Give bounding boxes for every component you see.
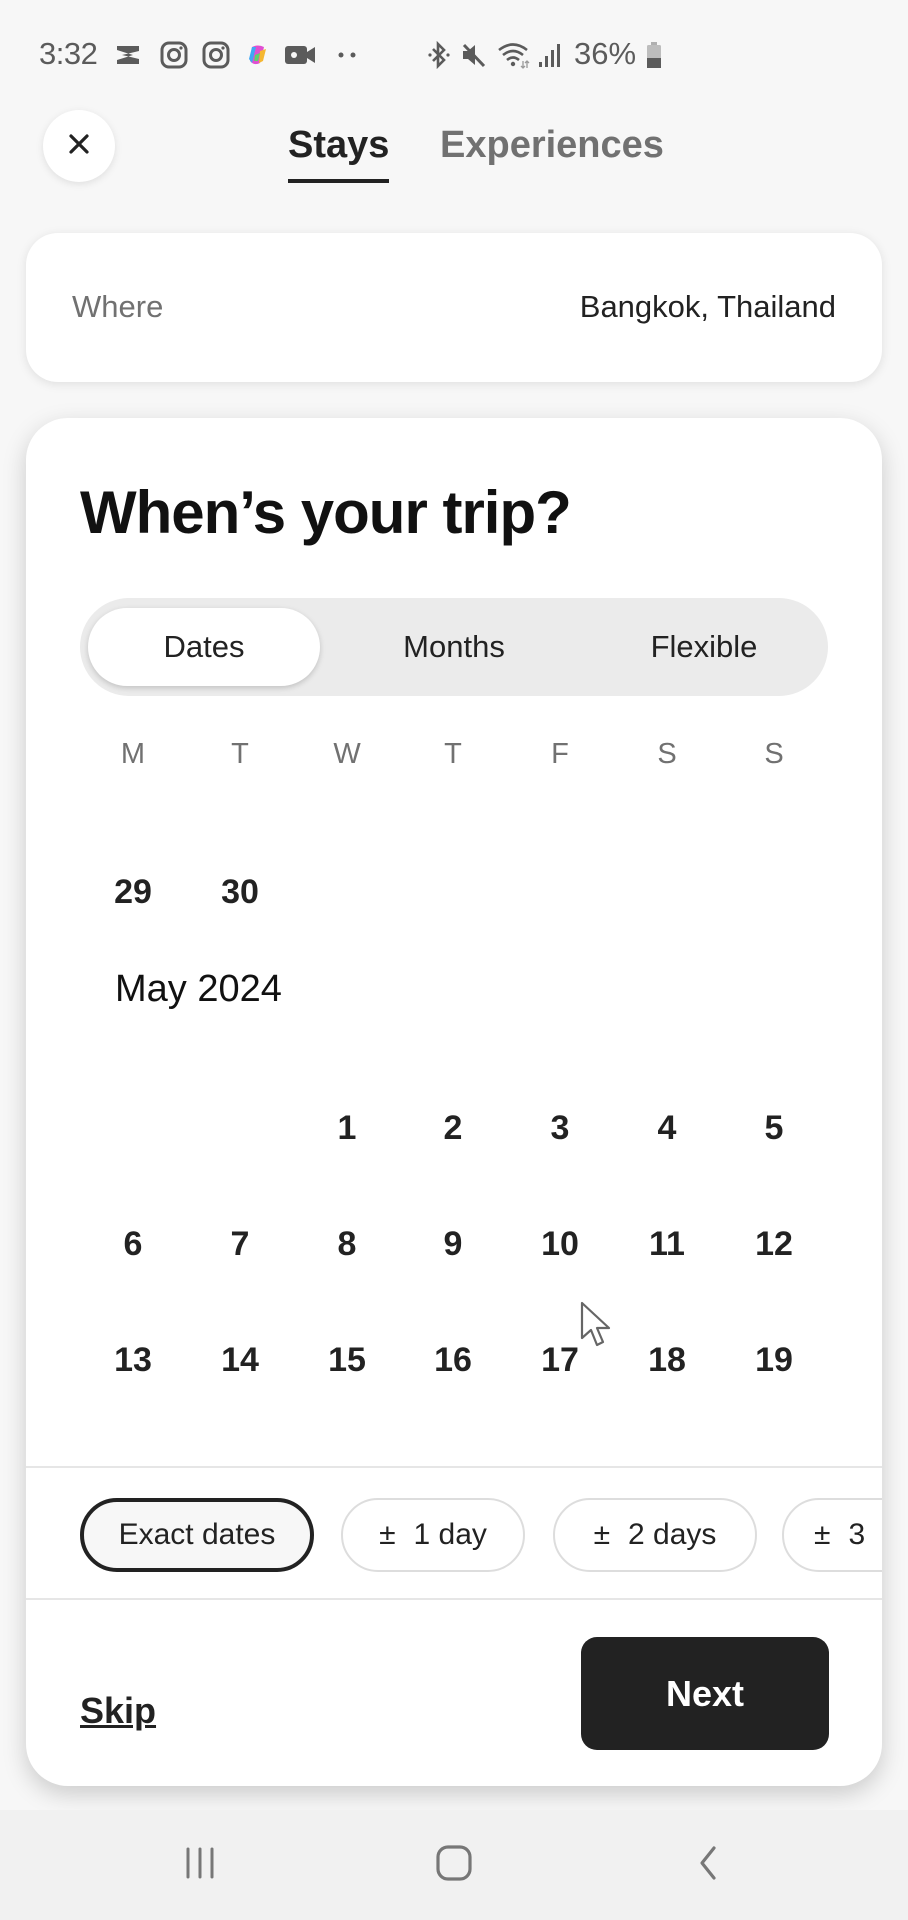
mute-icon: [458, 40, 488, 70]
home-button[interactable]: [424, 1840, 484, 1890]
calendar-day[interactable]: 4: [627, 1098, 707, 1158]
calendar-day[interactable]: 11: [627, 1214, 707, 1274]
weekday-label: T: [231, 738, 249, 770]
calendar-day[interactable]: 24: [307, 788, 387, 806]
flex-options: Exact dates ±1 day ±2 days ±3: [26, 1468, 882, 1600]
next-button[interactable]: Next: [581, 1637, 829, 1750]
date-mode-selector: Dates Months Flexible: [80, 598, 828, 696]
home-icon: [435, 1844, 473, 1887]
calendar-day[interactable]: 1: [307, 1098, 387, 1158]
weekday-label: F: [551, 738, 569, 770]
wifi-icon: [496, 40, 532, 70]
capcut-icon: [112, 40, 144, 70]
plus-minus-icon: ±: [814, 1518, 831, 1551]
calendar-day[interactable]: 6: [93, 1214, 173, 1274]
weekday-label: M: [120, 738, 146, 770]
date-picker-card: When’s your trip? Dates Months Flexible …: [26, 418, 882, 1786]
flex-option-chip[interactable]: ±3: [782, 1498, 882, 1572]
calendar-day[interactable]: 22: [93, 788, 173, 806]
flex-option-chip[interactable]: ±1 day: [341, 1498, 525, 1572]
more-dots-icon: [336, 40, 360, 70]
copilot-icon: [244, 40, 272, 70]
bluetooth-icon: [425, 40, 453, 70]
flex-option-chip[interactable]: Exact dates: [80, 1498, 314, 1572]
calendar-day[interactable]: 16: [413, 1330, 493, 1390]
mode-flexible[interactable]: Flexible: [588, 608, 820, 686]
calendar-scroll-area[interactable]: May 2024 2223242526272829301234567891011…: [26, 788, 882, 1468]
calendar-day[interactable]: 12: [734, 1214, 814, 1274]
status-bar: 3:32 36%: [0, 0, 908, 112]
where-label: Where: [72, 289, 164, 324]
system-nav-bar: [0, 1810, 908, 1920]
calendar-day[interactable]: 29: [93, 862, 173, 922]
top-tabs: Stays Experiences: [0, 124, 908, 184]
calendar-day[interactable]: 2: [413, 1098, 493, 1158]
calendar-day[interactable]: 18: [627, 1330, 707, 1390]
flex-option-label: Exact dates: [118, 1518, 276, 1551]
status-time: 3:32: [39, 36, 98, 71]
flex-option-label: 3: [848, 1518, 866, 1551]
instagram-icon: [158, 40, 190, 70]
back-icon: [696, 1845, 720, 1886]
calendar-day[interactable]: 17: [520, 1330, 600, 1390]
signal-icon: [536, 40, 564, 70]
mode-months[interactable]: Months: [338, 608, 570, 686]
back-button[interactable]: [678, 1840, 738, 1890]
recent-apps-icon: [182, 1846, 218, 1885]
weekday-label: S: [764, 738, 784, 770]
battery-icon: [644, 40, 664, 70]
weekday-label: S: [657, 738, 677, 770]
calendar-day[interactable]: 14: [200, 1330, 280, 1390]
calendar-day[interactable]: 15: [307, 1330, 387, 1390]
where-card[interactable]: Where Bangkok, Thailand: [26, 233, 882, 382]
where-value: Bangkok, Thailand: [579, 289, 836, 324]
month-title: May 2024: [115, 968, 282, 1010]
instagram-icon: [200, 40, 232, 70]
calendar-day[interactable]: 7: [200, 1214, 280, 1274]
weekday-header: M T W T F S S: [26, 738, 882, 788]
video-call-icon: [282, 40, 318, 70]
weekday-label: T: [444, 738, 462, 770]
calendar-day[interactable]: 9: [413, 1214, 493, 1274]
plus-minus-icon: ±: [379, 1518, 396, 1551]
flex-option-chip[interactable]: ±2 days: [553, 1498, 757, 1572]
calendar-day[interactable]: 23: [200, 788, 280, 806]
flex-option-label: 1 day: [413, 1518, 487, 1551]
tab-stays[interactable]: Stays: [288, 124, 390, 183]
calendar-day[interactable]: 27: [627, 788, 707, 806]
weekday-label: W: [333, 738, 361, 770]
calendar-day[interactable]: 10: [520, 1214, 600, 1274]
page-title: When’s your trip?: [80, 479, 572, 546]
flex-option-label: 2 days: [628, 1518, 717, 1551]
recent-apps-button[interactable]: [170, 1840, 230, 1890]
mode-dates[interactable]: Dates: [88, 608, 320, 686]
battery-percent: 36%: [574, 36, 637, 71]
calendar-day[interactable]: 25: [413, 788, 493, 806]
calendar-day[interactable]: 30: [200, 862, 280, 922]
tab-experiences[interactable]: Experiences: [440, 124, 664, 179]
calendar-day[interactable]: 3: [520, 1098, 600, 1158]
calendar-day[interactable]: 8: [307, 1214, 387, 1274]
calendar-day[interactable]: 28: [734, 788, 814, 806]
calendar-day[interactable]: 19: [734, 1330, 814, 1390]
calendar-day[interactable]: 13: [93, 1330, 173, 1390]
calendar-day[interactable]: 5: [734, 1098, 814, 1158]
calendar-day[interactable]: 26: [520, 788, 600, 806]
skip-link[interactable]: Skip: [80, 1690, 156, 1732]
plus-minus-icon: ±: [593, 1518, 611, 1551]
divider: [26, 1598, 882, 1600]
